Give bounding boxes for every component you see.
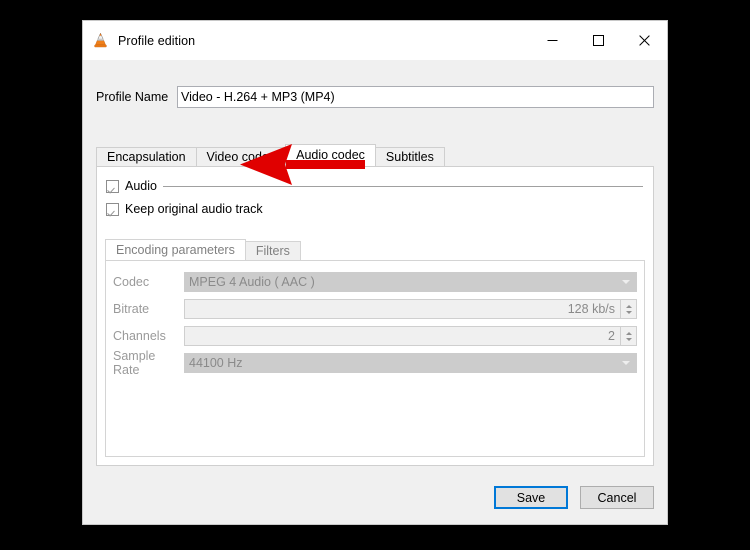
dialog-buttons: Save Cancel <box>494 486 654 509</box>
window-controls <box>529 21 667 60</box>
tab-subtitles[interactable]: Subtitles <box>374 147 445 166</box>
bitrate-field[interactable]: 128 kb/s <box>184 299 620 319</box>
group-separator-line <box>162 185 643 187</box>
sample-rate-value: 44100 Hz <box>189 356 243 370</box>
sample-rate-select[interactable]: 44100 Hz <box>184 353 637 373</box>
audio-checkbox-label: Audio <box>125 179 157 193</box>
profile-name-input[interactable] <box>177 86 654 108</box>
codec-row: Codec MPEG 4 Audio ( AAC ) <box>113 272 637 292</box>
cancel-button[interactable]: Cancel <box>580 486 654 509</box>
tab-video-codec[interactable]: Video codec <box>195 147 287 166</box>
spin-down-icon[interactable] <box>625 310 632 314</box>
keep-original-audio-track-label: Keep original audio track <box>125 202 263 216</box>
tab-filters[interactable]: Filters <box>244 241 301 260</box>
spin-down-icon[interactable] <box>625 337 632 341</box>
close-button[interactable] <box>621 21 667 60</box>
encoding-parameters-panel: Codec MPEG 4 Audio ( AAC ) Bitrate 128 k… <box>105 260 645 457</box>
channels-field[interactable]: 2 <box>184 326 620 346</box>
main-tabstrip: Encapsulation Video codec Audio codec Su… <box>96 144 654 166</box>
chevron-down-icon <box>622 361 630 365</box>
bitrate-row: Bitrate 128 kb/s <box>113 299 637 319</box>
audio-checkbox-row[interactable]: Audio <box>106 179 157 193</box>
codec-value: MPEG 4 Audio ( AAC ) <box>189 275 315 289</box>
sample-rate-row: Sample Rate 44100 Hz <box>113 349 637 377</box>
keep-original-audio-track-checkbox[interactable] <box>106 202 119 216</box>
maximize-icon <box>592 35 604 46</box>
title-bar-left: Profile edition <box>83 32 195 49</box>
profile-edition-window: Profile edition Profile Name Video - H.2… <box>82 20 668 525</box>
maximize-button[interactable] <box>575 21 621 60</box>
keep-original-checkbox-row[interactable]: Keep original audio track <box>106 202 263 216</box>
minimize-icon <box>547 40 557 41</box>
title-bar: Profile edition <box>83 21 667 60</box>
keep-original-row[interactable]: Keep original audio track <box>106 202 263 216</box>
profile-name-row: Profile Name <box>96 86 654 108</box>
channels-label: Channels <box>113 329 166 343</box>
bitrate-stepper[interactable]: 128 kb/s <box>184 299 637 319</box>
close-icon <box>638 35 650 46</box>
channels-spin-buttons[interactable] <box>620 326 637 346</box>
encoding-tabstrip: Encoding parameters Filters <box>105 239 645 260</box>
window-body: Profile Name Encapsulation Video codec A… <box>83 60 667 524</box>
bitrate-label: Bitrate <box>113 302 150 316</box>
sample-rate-label: Sample Rate <box>113 349 156 377</box>
window-title: Profile edition <box>118 33 196 48</box>
audio-group-row: Audio <box>106 177 643 195</box>
bitrate-value: 128 kb/s <box>567 302 615 316</box>
codec-label: Codec <box>113 275 150 289</box>
codec-select[interactable]: MPEG 4 Audio ( AAC ) <box>184 272 637 292</box>
tab-audio-codec[interactable]: Audio codec <box>285 144 376 166</box>
chevron-down-icon <box>622 280 630 284</box>
channels-stepper[interactable]: 2 <box>184 326 637 346</box>
tab-encoding-parameters[interactable]: Encoding parameters <box>105 239 246 260</box>
profile-name-label: Profile Name <box>96 90 169 104</box>
channels-value: 2 <box>608 329 615 343</box>
save-button[interactable]: Save <box>494 486 568 509</box>
spin-up-icon[interactable] <box>625 304 632 308</box>
bitrate-spin-buttons[interactable] <box>620 299 637 319</box>
spin-up-icon[interactable] <box>625 331 632 335</box>
tab-encapsulation[interactable]: Encapsulation <box>96 147 197 166</box>
encoding-form: Codec MPEG 4 Audio ( AAC ) Bitrate 128 k… <box>113 272 637 380</box>
audio-checkbox[interactable] <box>106 179 119 193</box>
minimize-button[interactable] <box>529 21 575 60</box>
audio-codec-panel: Audio Keep original audio track Encoding… <box>96 166 654 466</box>
vlc-cone-icon <box>92 32 109 49</box>
channels-row: Channels 2 <box>113 326 637 346</box>
